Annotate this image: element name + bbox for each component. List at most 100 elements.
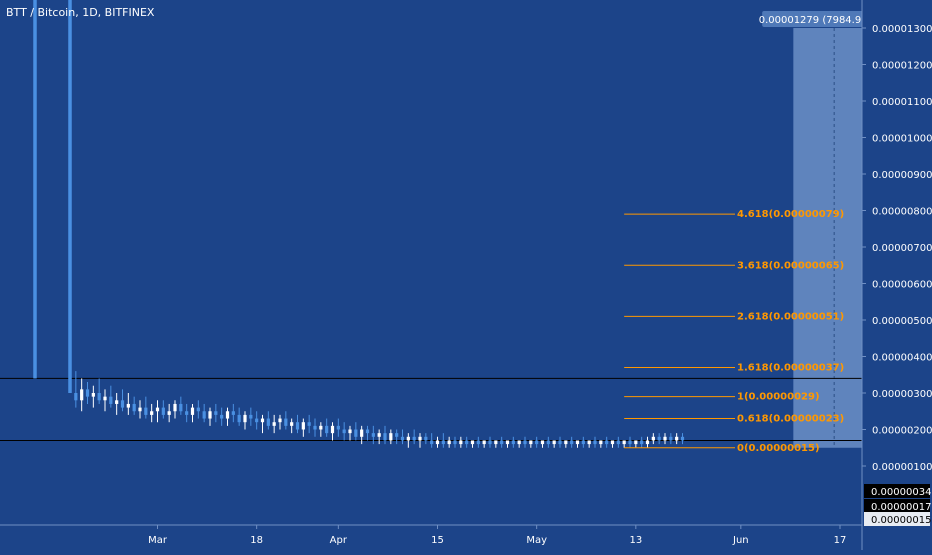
candle-body[interactable]	[441, 440, 445, 445]
candle-body[interactable]	[126, 403, 130, 408]
candle-body[interactable]	[488, 440, 492, 445]
candle-body[interactable]	[430, 440, 434, 445]
candle-body[interactable]	[523, 440, 527, 445]
candle-body[interactable]	[529, 440, 533, 445]
candle-body[interactable]	[202, 411, 206, 419]
candle-body[interactable]	[628, 440, 632, 445]
candle-body[interactable]	[546, 440, 550, 445]
candle-body[interactable]	[605, 440, 609, 445]
candle-body[interactable]	[220, 414, 224, 419]
candle-body[interactable]	[179, 403, 183, 412]
candle-body[interactable]	[558, 440, 562, 445]
candle-body[interactable]	[482, 440, 486, 445]
candle-body[interactable]	[383, 433, 387, 441]
candle-body[interactable]	[103, 396, 107, 401]
candle-body[interactable]	[144, 407, 148, 415]
candle-body[interactable]	[494, 440, 498, 445]
chart-area[interactable]: 0.00001279 (7984.95%) 1279 4.618(0.00000…	[0, 0, 932, 550]
candle-body[interactable]	[33, 0, 37, 379]
candle-body[interactable]	[120, 400, 125, 408]
candle-body[interactable]	[185, 411, 189, 415]
candle-body[interactable]	[675, 436, 679, 441]
candle-body[interactable]	[453, 440, 457, 445]
candle-body[interactable]	[371, 433, 375, 437]
candle-body[interactable]	[418, 436, 422, 441]
candle-body[interactable]	[575, 440, 580, 445]
candle-body[interactable]	[395, 433, 399, 437]
candle-body[interactable]	[552, 440, 556, 445]
candle-body[interactable]	[266, 418, 270, 426]
candle-body[interactable]	[74, 393, 78, 401]
candle-body[interactable]	[360, 429, 364, 437]
candle-body[interactable]	[237, 414, 241, 423]
candle-body[interactable]	[272, 422, 276, 426]
candle-body[interactable]	[284, 418, 288, 426]
candle-body[interactable]	[313, 425, 317, 430]
candle-body[interactable]	[330, 425, 335, 434]
candle-body[interactable]	[634, 440, 638, 445]
candle-body[interactable]	[535, 440, 539, 445]
candle-body[interactable]	[225, 411, 230, 419]
candle-body[interactable]	[307, 422, 311, 426]
candle-body[interactable]	[325, 425, 329, 434]
candle-body[interactable]	[669, 436, 673, 441]
candle-body[interactable]	[115, 400, 119, 404]
candle-body[interactable]	[196, 407, 200, 412]
candle-body[interactable]	[260, 418, 265, 423]
candle-body[interactable]	[680, 436, 685, 441]
candle-body[interactable]	[406, 436, 410, 441]
candle-body[interactable]	[91, 393, 95, 397]
candle-body[interactable]	[214, 411, 218, 415]
candle-body[interactable]	[651, 436, 655, 441]
candle-body[interactable]	[243, 414, 247, 423]
candle-body[interactable]	[663, 436, 667, 441]
candle-body[interactable]	[564, 440, 568, 445]
candle-body[interactable]	[500, 440, 504, 445]
candle-body[interactable]	[155, 407, 160, 412]
candle-body[interactable]	[249, 414, 253, 419]
candle-body[interactable]	[173, 403, 177, 412]
candle-body[interactable]	[540, 440, 545, 445]
candle-body[interactable]	[587, 440, 591, 445]
candle-body[interactable]	[80, 389, 84, 401]
candle-body[interactable]	[616, 440, 620, 445]
candle-body[interactable]	[109, 396, 113, 404]
candle-body[interactable]	[278, 418, 282, 423]
candle-body[interactable]	[400, 436, 405, 441]
candle-body[interactable]	[97, 393, 101, 401]
candle-body[interactable]	[459, 440, 463, 445]
candle-body[interactable]	[581, 440, 585, 445]
candle-body[interactable]	[377, 433, 381, 437]
candle-body[interactable]	[599, 440, 603, 445]
candle-body[interactable]	[517, 440, 521, 445]
candle-body[interactable]	[342, 429, 346, 434]
candle-body[interactable]	[319, 425, 323, 430]
candle-body[interactable]	[132, 403, 136, 412]
candle-body[interactable]	[348, 429, 352, 434]
candle-body[interactable]	[301, 422, 305, 430]
candle-body[interactable]	[622, 440, 626, 445]
candle-body[interactable]	[255, 418, 259, 423]
candle-body[interactable]	[231, 411, 235, 415]
candle-body[interactable]	[354, 429, 358, 437]
candle-body[interactable]	[167, 411, 171, 415]
candlestick-chart[interactable]: 0.00001279 (7984.95%) 1279 4.618(0.00000…	[0, 0, 932, 550]
candle-body[interactable]	[465, 440, 469, 445]
candle-body[interactable]	[610, 440, 615, 445]
candle-body[interactable]	[476, 440, 480, 445]
candle-body[interactable]	[68, 0, 72, 393]
candle-body[interactable]	[150, 411, 154, 415]
candle-body[interactable]	[190, 407, 195, 415]
candle-body[interactable]	[645, 440, 650, 445]
candle-body[interactable]	[295, 422, 300, 430]
candle-body[interactable]	[593, 440, 597, 445]
candle-body[interactable]	[447, 440, 451, 445]
candle-body[interactable]	[389, 433, 393, 441]
candle-body[interactable]	[657, 436, 661, 441]
candle-body[interactable]	[336, 425, 340, 430]
candle-body[interactable]	[161, 407, 165, 415]
candle-body[interactable]	[435, 440, 440, 445]
candle-body[interactable]	[208, 411, 212, 419]
candle-body[interactable]	[570, 440, 574, 445]
candle-body[interactable]	[511, 440, 515, 445]
